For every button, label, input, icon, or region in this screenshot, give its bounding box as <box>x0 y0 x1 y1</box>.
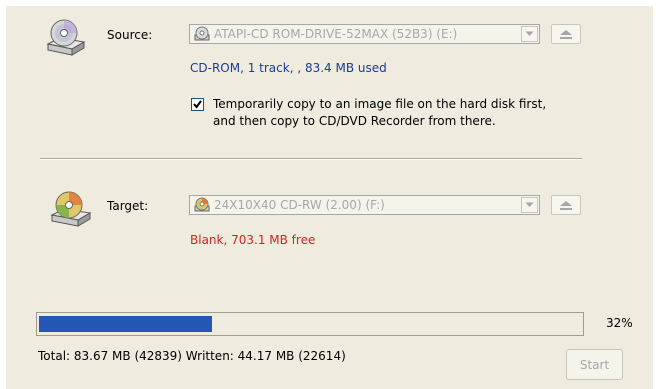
target-drive-value: 24X10X40 CD-RW (2.00) (F:) <box>214 198 385 212</box>
cd-drive-small-icon <box>194 26 210 41</box>
eject-icon <box>560 29 572 39</box>
copy-cd-panel: Source: ATAPI-CD ROM-DRIVE-52MAX (52B3) … <box>0 0 659 389</box>
target-label: Target: <box>107 199 149 213</box>
start-button[interactable]: Start <box>566 349 623 380</box>
cd-recorder-icon <box>50 191 92 227</box>
source-drive-value: ATAPI-CD ROM-DRIVE-52MAX (52B3) (E:) <box>214 27 458 41</box>
target-drive-select[interactable]: 24X10X40 CD-RW (2.00) (F:) <box>189 195 540 215</box>
cd-recorder-small-icon <box>194 197 210 212</box>
section-divider <box>40 158 582 160</box>
target-eject-button[interactable] <box>551 195 581 215</box>
source-eject-button[interactable] <box>551 24 581 44</box>
source-drive-select[interactable]: ATAPI-CD ROM-DRIVE-52MAX (52B3) (E:) <box>189 24 540 44</box>
temp-image-checkbox-label[interactable]: Temporarily copy to an image file on the… <box>213 96 546 130</box>
status-text: Total: 83.67 MB (42839) Written: 44.17 M… <box>38 349 346 363</box>
left-frame <box>0 0 6 389</box>
right-frame <box>653 0 659 389</box>
cd-drive-icon <box>46 19 86 56</box>
copy-progress-bar <box>36 312 584 336</box>
chevron-down-icon[interactable] <box>521 26 538 42</box>
chevron-down-icon[interactable] <box>521 197 538 213</box>
eject-icon <box>560 200 572 210</box>
option-line-2: and then copy to CD/DVD Recorder from th… <box>213 114 496 128</box>
source-info: CD-ROM, 1 track, , 83.4 MB used <box>190 61 387 75</box>
progress-percent: 32% <box>606 316 633 330</box>
checkmark-icon <box>193 100 202 109</box>
temp-image-checkbox[interactable] <box>191 98 204 111</box>
progress-fill <box>39 316 212 332</box>
source-label: Source: <box>107 28 153 42</box>
target-info: Blank, 703.1 MB free <box>190 233 316 247</box>
option-line-1: Temporarily copy to an image file on the… <box>213 97 547 111</box>
top-edge <box>0 0 659 6</box>
